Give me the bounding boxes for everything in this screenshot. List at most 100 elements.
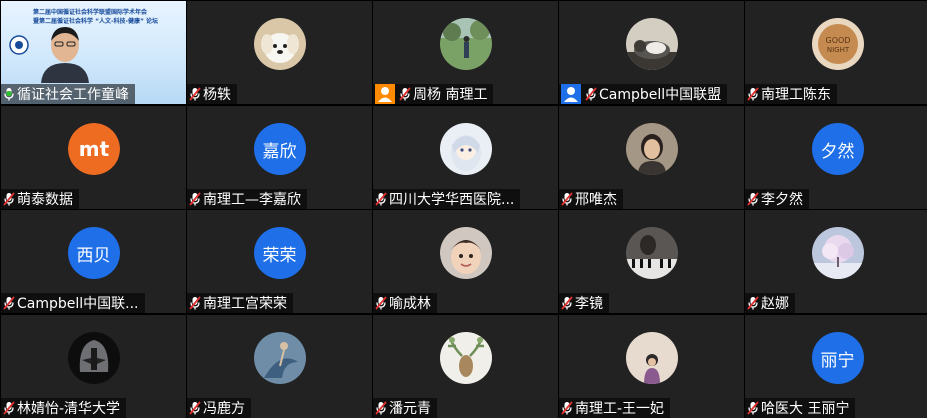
participant-tile[interactable]: 林婧怡-清华大学 [1, 315, 186, 418]
participant-tile[interactable]: 李镜 [559, 210, 744, 313]
participant-tile[interactable]: 嘉欣南理工—李嘉欣 [187, 106, 372, 209]
profile-avatar: GOOD NIGHT [811, 18, 864, 70]
speaker-video-person [41, 27, 89, 83]
participant-name: 南理工—李嘉欣 [203, 192, 301, 208]
participant-tile[interactable]: 周杨 南理工 [373, 1, 558, 104]
initials-avatar: 荣荣 [253, 227, 306, 279]
mic-muted-icon [561, 192, 575, 206]
participant-grid: 第二届中国循证社会科学联盟国际学术年会 暨第二届循证社会科学 “人文-科技-健康… [0, 0, 927, 418]
participant-name: 南理工-王一妃 [575, 401, 665, 417]
participant-name: 李镜 [575, 296, 603, 312]
participant-name-label: Campbell中国联盟 [559, 84, 728, 104]
participant-name-label: 杨轶 [187, 84, 237, 104]
participant-name: 南理工宫荣荣 [203, 296, 287, 312]
participant-name-label: 赵娜 [745, 293, 795, 313]
participant-tile[interactable]: GOOD NIGHT 南理工陈东 [745, 1, 927, 104]
avatar-initials: 夕然 [820, 141, 855, 162]
participant-name: 赵娜 [761, 296, 789, 312]
participant-name: 李夕然 [761, 192, 803, 208]
mic-muted-icon [189, 87, 203, 101]
participant-tile[interactable]: 潘元青 [373, 315, 558, 418]
svg-text:GOOD: GOOD [825, 36, 850, 45]
profile-avatar [439, 123, 492, 175]
mic-active-icon [3, 87, 17, 101]
mic-muted-icon [189, 401, 203, 415]
participant-name-label: 李夕然 [745, 189, 809, 209]
participant-name: Campbell中国联盟 [599, 87, 722, 103]
avatar-initials: 嘉欣 [262, 141, 297, 162]
initials-avatar: 丽宁 [811, 332, 864, 384]
participant-tile[interactable]: 荣荣南理工宫荣荣 [187, 210, 372, 313]
participant-name-label: 周杨 南理工 [373, 84, 494, 104]
participant-name: 哈医大 王丽宁 [761, 401, 850, 417]
participant-name-label: Campbell中国联... [1, 293, 145, 313]
participant-name-label: 南理工-王一妃 [559, 398, 671, 418]
mic-muted-icon [3, 192, 17, 206]
mic-muted-icon [747, 192, 761, 206]
mic-muted-icon [375, 296, 389, 310]
participant-name: 潘元青 [389, 401, 431, 417]
participant-name: 南理工陈东 [761, 87, 831, 103]
participant-name: 循证社会工作童峰 [17, 87, 129, 103]
participant-name-label: 潘元青 [373, 398, 437, 418]
mic-muted-icon [375, 192, 389, 206]
mic-muted-icon [747, 296, 761, 310]
participant-name: 林婧怡-清华大学 [17, 401, 121, 417]
participant-tile[interactable]: Campbell中国联盟 [559, 1, 744, 104]
avatar-initials: 丽宁 [820, 350, 855, 371]
svg-text:NIGHT: NIGHT [826, 46, 849, 54]
profile-avatar [811, 227, 864, 279]
participant-name: 四川大学华西医院... [389, 192, 515, 208]
participant-tile[interactable]: mt 萌泰数据 [1, 106, 186, 209]
participant-name: Campbell中国联... [17, 296, 139, 312]
avatar-initials: 西贝 [76, 245, 111, 266]
participant-tile[interactable]: 南理工-王一妃 [559, 315, 744, 418]
mic-muted-icon [399, 87, 413, 101]
participant-tile[interactable]: 喻成林 [373, 210, 558, 313]
user-profile-icon [375, 84, 395, 104]
participant-name-label: 循证社会工作童峰 [1, 84, 135, 104]
profile-avatar [439, 227, 492, 279]
slide-title-line1: 第二届中国循证社会科学联盟国际学术年会 [33, 9, 148, 16]
mic-muted-icon [561, 296, 575, 310]
participant-name-label: 南理工陈东 [745, 84, 837, 104]
mic-muted-icon [189, 296, 203, 310]
initials-avatar: 西贝 [67, 227, 120, 279]
participant-name-label: 李镜 [559, 293, 609, 313]
mic-muted-icon [189, 192, 203, 206]
initials-avatar: 夕然 [811, 123, 864, 175]
participant-name-label: 四川大学华西医院... [373, 189, 521, 209]
participant-tile[interactable]: 丽宁哈医大 王丽宁 [745, 315, 927, 418]
mic-muted-icon [585, 87, 599, 101]
profile-avatar [253, 332, 306, 384]
participant-tile[interactable]: 赵娜 [745, 210, 927, 313]
profile-avatar [67, 332, 120, 384]
user-profile-icon [561, 84, 581, 104]
participant-tile[interactable]: 邢唯杰 [559, 106, 744, 209]
participant-tile[interactable]: 杨轶 [187, 1, 372, 104]
participant-name: 杨轶 [203, 87, 231, 103]
participant-name-label: 萌泰数据 [1, 189, 79, 209]
participant-name-label: 哈医大 王丽宁 [745, 398, 856, 418]
participant-name-label: 南理工宫荣荣 [187, 293, 293, 313]
mic-muted-icon [747, 87, 761, 101]
profile-avatar [439, 18, 492, 70]
participant-name-label: 林婧怡-清华大学 [1, 398, 127, 418]
participant-name: 周杨 南理工 [413, 87, 488, 103]
participant-name-label: 南理工—李嘉欣 [187, 189, 307, 209]
participant-tile[interactable]: 四川大学华西医院... [373, 106, 558, 209]
participant-name: 萌泰数据 [17, 192, 73, 208]
profile-avatar [625, 332, 678, 384]
participant-name-label: 邢唯杰 [559, 189, 623, 209]
participant-tile[interactable]: 冯鹿方 [187, 315, 372, 418]
participant-tile[interactable]: 西贝 Campbell中国联... [1, 210, 186, 313]
participant-tile[interactable]: 第二届中国循证社会科学联盟国际学术年会 暨第二届循证社会科学 “人文-科技-健康… [1, 1, 186, 104]
participant-tile[interactable]: 夕然李夕然 [745, 106, 927, 209]
university-logo-icon [9, 35, 29, 55]
participant-name: 喻成林 [389, 296, 431, 312]
participant-name: 邢唯杰 [575, 192, 617, 208]
profile-avatar [625, 18, 678, 70]
participant-name-label: 冯鹿方 [187, 398, 251, 418]
profile-avatar [625, 227, 678, 279]
participant-name-label: 喻成林 [373, 293, 437, 313]
